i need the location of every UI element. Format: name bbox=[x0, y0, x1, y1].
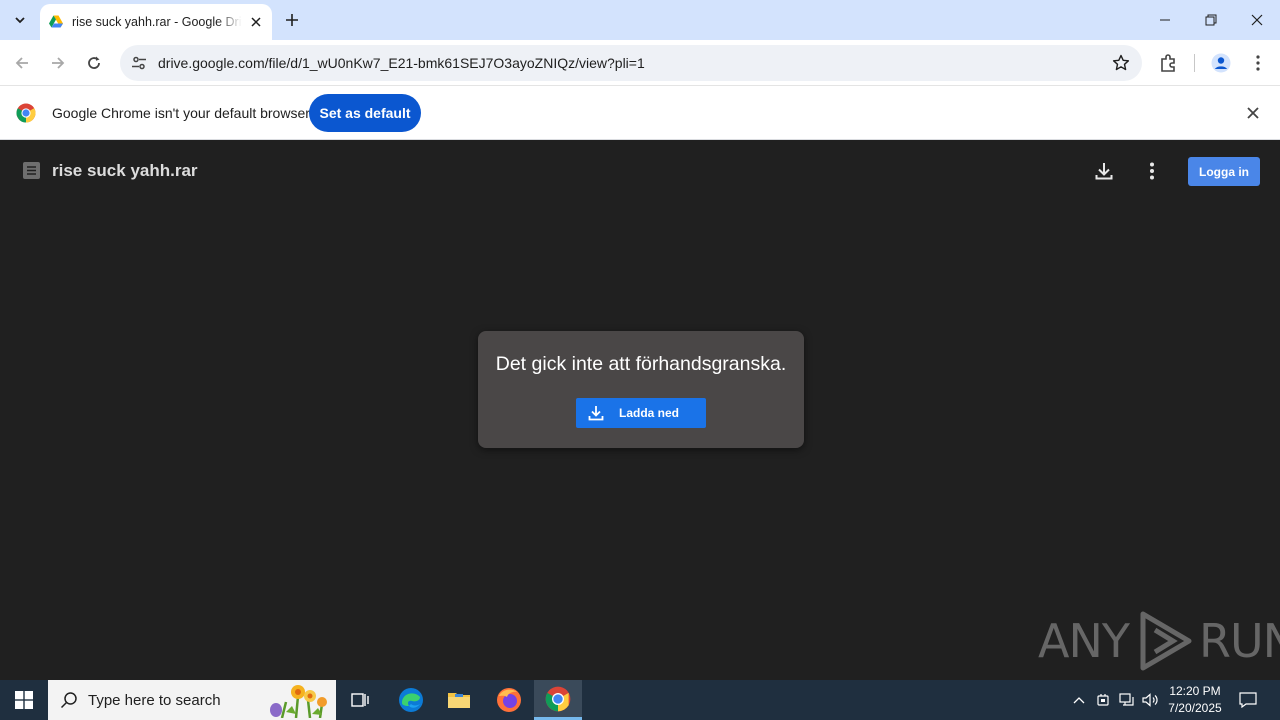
bookmark-star-icon[interactable] bbox=[1112, 54, 1130, 72]
minimize-icon bbox=[1160, 19, 1170, 21]
google-drive-icon bbox=[49, 15, 63, 28]
viewer-download-button[interactable] bbox=[1092, 159, 1116, 183]
reload-icon bbox=[88, 56, 100, 69]
tab-strip: rise suck yahh.rar - Google Drive bbox=[0, 0, 1280, 40]
clock-date: 7/20/2025 bbox=[1168, 701, 1222, 715]
task-view-icon bbox=[351, 693, 369, 707]
login-button[interactable]: Logga in bbox=[1188, 157, 1260, 186]
play-logo-icon bbox=[1140, 611, 1192, 671]
preview-error-message: Det gick inte att förhandsgranska. bbox=[495, 353, 787, 375]
close-icon bbox=[1247, 107, 1259, 119]
network-icon bbox=[1119, 693, 1134, 706]
viewer-more-button[interactable] bbox=[1140, 159, 1164, 183]
search-icon bbox=[60, 692, 77, 709]
back-button[interactable] bbox=[6, 47, 38, 79]
speaker-icon bbox=[1142, 693, 1158, 707]
default-browser-infobar: Google Chrome isn't your default browser… bbox=[0, 86, 1280, 140]
firefox-icon bbox=[497, 688, 521, 712]
new-tab-button[interactable] bbox=[280, 8, 304, 32]
anyrun-watermark: ANY RUN bbox=[1038, 610, 1280, 672]
download-button[interactable]: Ladda ned bbox=[576, 398, 706, 428]
download-button-label: Ladda ned bbox=[619, 406, 680, 420]
chrome-logo-icon bbox=[16, 103, 36, 123]
edge-icon bbox=[399, 688, 423, 712]
restore-button[interactable] bbox=[1188, 0, 1234, 40]
forward-button[interactable] bbox=[42, 47, 74, 79]
task-view-button[interactable] bbox=[336, 680, 384, 720]
tab-search-button[interactable] bbox=[6, 6, 34, 34]
taskbar-search-box[interactable]: Type here to search bbox=[48, 680, 336, 720]
infobar-close-button[interactable] bbox=[1246, 106, 1260, 120]
watermark-text-right: RUN bbox=[1198, 614, 1280, 668]
plus-icon bbox=[286, 14, 298, 26]
device-icon bbox=[1097, 694, 1109, 706]
folder-icon bbox=[448, 693, 470, 708]
notifications-button[interactable] bbox=[1236, 680, 1260, 720]
notification-icon bbox=[1239, 692, 1257, 708]
back-arrow-icon bbox=[15, 57, 28, 69]
tune-icon bbox=[132, 56, 146, 70]
address-bar[interactable]: drive.google.com/file/d/1_wU0nKw7_E21-bm… bbox=[120, 45, 1142, 81]
browser-toolbar: drive.google.com/file/d/1_wU0nKw7_E21-bm… bbox=[0, 40, 1280, 86]
close-window-button[interactable] bbox=[1234, 0, 1280, 40]
download-icon bbox=[588, 406, 604, 421]
minimize-button[interactable] bbox=[1142, 0, 1188, 40]
extensions-button[interactable] bbox=[1156, 51, 1180, 75]
chevron-down-icon bbox=[15, 17, 25, 24]
puzzle-icon bbox=[1161, 54, 1175, 72]
restore-icon bbox=[1205, 14, 1217, 26]
windows-logo-icon bbox=[15, 691, 33, 709]
menu-button[interactable] bbox=[1246, 51, 1270, 75]
tray-device-button[interactable] bbox=[1092, 680, 1114, 720]
toolbar-divider bbox=[1194, 54, 1195, 72]
watermark-text-left: ANY bbox=[1038, 614, 1130, 668]
taskbar-clock[interactable]: 12:20 PM 7/20/2025 bbox=[1160, 683, 1230, 717]
more-vert-icon bbox=[1256, 55, 1260, 71]
taskbar-search-placeholder: Type here to search bbox=[88, 691, 221, 709]
file-explorer-taskbar-button[interactable] bbox=[435, 680, 483, 720]
show-hidden-icons-button[interactable] bbox=[1068, 680, 1090, 720]
chevron-up-icon bbox=[1073, 697, 1085, 704]
more-vert-icon bbox=[1150, 162, 1154, 180]
forward-arrow-icon bbox=[52, 57, 65, 69]
download-icon bbox=[1095, 163, 1113, 180]
file-title: rise suck yahh.rar bbox=[52, 161, 198, 180]
volume-button[interactable] bbox=[1140, 680, 1162, 720]
set-as-default-button[interactable]: Set as default bbox=[309, 94, 421, 132]
file-icon bbox=[23, 162, 40, 179]
profile-button[interactable] bbox=[1209, 51, 1233, 75]
firefox-taskbar-button[interactable] bbox=[485, 680, 533, 720]
tab-title: rise suck yahh.rar - Google Drive bbox=[72, 15, 242, 29]
reload-button[interactable] bbox=[78, 47, 110, 79]
profile-icon bbox=[1211, 53, 1231, 73]
flowers-decoration-icon bbox=[270, 685, 327, 718]
start-button[interactable] bbox=[0, 680, 48, 720]
browser-tab[interactable]: rise suck yahh.rar - Google Drive bbox=[40, 4, 272, 40]
infobar-message: Google Chrome isn't your default browser bbox=[52, 105, 310, 121]
chrome-icon bbox=[545, 686, 571, 711]
preview-error-dialog: Det gick inte att förhandsgranska. Ladda… bbox=[478, 331, 804, 448]
network-button[interactable] bbox=[1116, 680, 1138, 720]
edge-taskbar-button[interactable] bbox=[387, 680, 435, 720]
close-icon bbox=[1251, 14, 1263, 26]
close-icon bbox=[251, 17, 261, 27]
site-info-button[interactable] bbox=[122, 45, 156, 81]
drive-viewer: rise suck yahh.rar Logga in Det gick int… bbox=[0, 140, 1280, 680]
windows-taskbar: Type here to search 12:20 PM 7/20/2025 bbox=[0, 680, 1280, 720]
tab-close-button[interactable] bbox=[248, 14, 264, 30]
url-text[interactable]: drive.google.com/file/d/1_wU0nKw7_E21-bm… bbox=[158, 55, 645, 71]
chrome-taskbar-button[interactable] bbox=[534, 680, 582, 720]
clock-time: 12:20 PM bbox=[1169, 684, 1221, 698]
